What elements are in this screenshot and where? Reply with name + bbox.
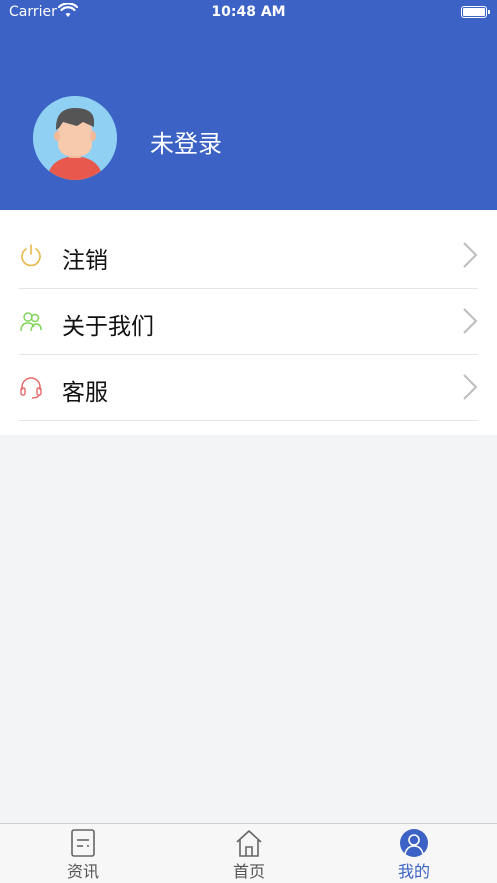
headset-icon — [20, 377, 42, 399]
home-icon — [236, 830, 262, 857]
profile-screen: Carrier 10:48 AM 未登录 注销 关于我们 客服 资讯 首页 我的 — [0, 0, 497, 883]
settings-menu: 注销 关于我们 客服 — [0, 210, 497, 435]
tab-bar: 资讯 首页 我的 — [0, 823, 497, 883]
user-avatar-icon[interactable] — [33, 96, 117, 180]
status-bar: Carrier 10:48 AM — [0, 0, 497, 26]
menu-item-about-us[interactable]: 关于我们 — [0, 289, 497, 355]
profile-icon — [400, 829, 428, 857]
tab-mine[interactable]: 我的 — [354, 824, 474, 883]
tab-news[interactable]: 资讯 — [23, 824, 143, 883]
tab-label: 首页 — [232, 862, 265, 881]
profile-header: Carrier 10:48 AM 未登录 — [0, 0, 497, 210]
tab-home[interactable]: 首页 — [189, 824, 309, 883]
battery-icon — [461, 6, 490, 18]
menu-item-logout[interactable]: 注销 — [0, 223, 497, 289]
people-icon — [20, 312, 42, 332]
menu-item-customer-service[interactable]: 客服 — [0, 355, 497, 421]
chevron-right-icon — [463, 374, 478, 400]
menu-item-label: 注销 — [62, 248, 108, 274]
power-icon — [21, 244, 41, 267]
divider — [19, 420, 478, 421]
status-time: 10:48 AM — [211, 4, 286, 20]
menu-item-label: 关于我们 — [62, 314, 154, 340]
news-icon — [71, 829, 95, 857]
login-status-label[interactable]: 未登录 — [150, 124, 222, 159]
chevron-right-icon — [463, 308, 478, 334]
tab-label: 资讯 — [66, 862, 99, 881]
tab-label: 我的 — [397, 862, 430, 881]
menu-item-label: 客服 — [62, 380, 108, 406]
chevron-right-icon — [463, 242, 478, 268]
